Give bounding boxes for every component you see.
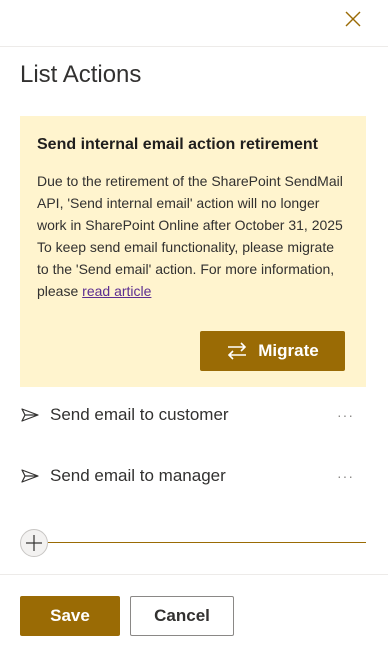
swap-arrows-icon — [228, 342, 247, 360]
more-options-icon[interactable]: ··· — [337, 407, 366, 423]
more-options-icon[interactable]: ··· — [337, 468, 366, 484]
banner-body: Due to the retirement of the SharePoint … — [37, 170, 349, 302]
action-item-customer[interactable]: Send email to customer ··· — [20, 400, 366, 430]
banner-message: Due to the retirement of the SharePoint … — [37, 173, 343, 299]
add-action-button[interactable] — [20, 529, 48, 557]
send-icon — [21, 469, 39, 483]
close-icon[interactable] — [343, 9, 363, 29]
add-divider — [48, 542, 366, 543]
send-icon — [21, 408, 39, 422]
add-action-row — [20, 529, 366, 557]
read-article-link[interactable]: read article — [82, 283, 151, 299]
panel-footer: Save Cancel — [0, 574, 388, 648]
banner-title: Send internal email action retirement — [37, 136, 318, 153]
plus-icon — [26, 535, 42, 551]
migrate-button[interactable]: Migrate — [200, 331, 345, 371]
save-button[interactable]: Save — [20, 596, 120, 636]
cancel-button[interactable]: Cancel — [130, 596, 234, 636]
action-item-manager[interactable]: Send email to manager ··· — [20, 461, 366, 491]
retirement-banner: Send internal email action retirement Du… — [20, 116, 366, 387]
migrate-label: Migrate — [258, 341, 319, 360]
page-title: List Actions — [20, 61, 142, 88]
action-label: Send email to manager — [50, 466, 226, 485]
panel-header — [0, 0, 388, 47]
action-label: Send email to customer — [50, 405, 229, 424]
